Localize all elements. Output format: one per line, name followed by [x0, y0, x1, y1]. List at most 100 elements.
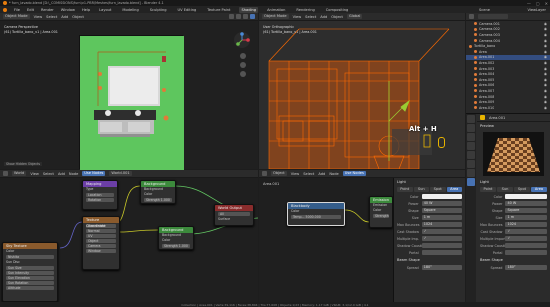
light-node-editor[interactable]: Object View Select Add Node Use Nodes Ar…	[259, 170, 465, 302]
beam-shape-panel[interactable]: Beam Shape	[477, 256, 550, 264]
ortho-menu-select[interactable]: Select	[305, 15, 316, 19]
node-light-property-field[interactable]	[421, 243, 462, 248]
visibility-eye-icon[interactable]: ◉	[544, 83, 547, 87]
outliner-search-input[interactable]	[478, 14, 508, 19]
light-property-field[interactable]: ✓	[505, 229, 547, 234]
camera-viewport[interactable]: Object Mode View Select Add Object Camer…	[0, 13, 258, 170]
view-layer-selector[interactable]: ViewLayer	[527, 8, 546, 12]
render-tab-icon[interactable]	[467, 124, 475, 132]
node-light-property-field[interactable]: ✓	[421, 236, 462, 241]
node-light-property-field[interactable]: 1 m	[421, 215, 462, 220]
transform-orientation-selector[interactable]: Global	[346, 14, 363, 19]
light-type-area[interactable]: Area	[531, 187, 547, 192]
visibility-eye-icon[interactable]: ◉	[544, 33, 547, 37]
world-output-node[interactable]: World Output All Surface	[214, 204, 254, 226]
texcoord-output[interactable]: UV	[86, 234, 116, 238]
output-tab-icon[interactable]	[467, 133, 475, 141]
node-light-type-point[interactable]: Point	[397, 187, 413, 192]
visibility-eye-icon[interactable]: ◉	[544, 61, 547, 65]
tab-shading[interactable]: Shading	[239, 6, 259, 13]
maximize-button[interactable]: ▢	[536, 1, 540, 6]
xray-icon[interactable]	[236, 14, 241, 19]
node-spread-field[interactable]: 180°	[421, 265, 462, 270]
tab-compositing[interactable]: Compositing	[324, 7, 351, 13]
menu-add[interactable]: Add	[61, 15, 68, 19]
scene-tab-icon[interactable]	[467, 142, 475, 150]
light-type-point[interactable]: Point	[480, 187, 496, 192]
menu-select[interactable]: Select	[46, 15, 57, 19]
menu-render[interactable]: Render	[41, 8, 54, 12]
visibility-eye-icon[interactable]: ◉	[544, 67, 547, 71]
axis-gizmo-icon[interactable]	[233, 31, 251, 49]
texture-coordinate-node[interactable]: Texture Coordinate Generated Normal UV O…	[82, 216, 120, 270]
filter-icon[interactable]	[469, 14, 474, 19]
ortho-viewport[interactable]: Object Mode View Select Add Object Globa…	[259, 13, 465, 169]
menu-object[interactable]: Object	[72, 15, 84, 19]
texcoord-output[interactable]: Normal	[86, 229, 116, 233]
node-light-type-sun[interactable]: Sun	[413, 187, 429, 192]
world-tab-icon[interactable]	[467, 151, 475, 159]
node-light-property-field[interactable]: 40 W	[421, 201, 462, 206]
node-light-property-field[interactable]: ✓	[421, 229, 462, 234]
mode-selector[interactable]: Object Mode	[3, 14, 30, 19]
world-output-target[interactable]: All	[218, 212, 250, 216]
camera-view-icon[interactable]	[240, 71, 246, 77]
tab-animation[interactable]: Animation	[265, 7, 287, 13]
background2-strength[interactable]: Strength 1.000	[162, 244, 190, 248]
visibility-eye-icon[interactable]: ◉	[544, 44, 547, 48]
background-node-2[interactable]: Background Background Color Strength 1.0…	[158, 226, 194, 250]
world-node-editor[interactable]: World View Select Add Node Use Nodes Wor…	[0, 170, 258, 302]
visibility-eye-icon[interactable]: ◉	[544, 89, 547, 93]
visibility-eye-icon[interactable]: ◉	[544, 95, 547, 99]
zoom-icon[interactable]	[240, 53, 246, 59]
sky-texture-node[interactable]: Sky Texture Color Nishita Sun Disc Sun S…	[2, 242, 58, 302]
light-property-field[interactable]	[505, 243, 547, 248]
background1-strength[interactable]: Strength 1.000	[144, 198, 172, 202]
visibility-eye-icon[interactable]: ◉	[544, 22, 547, 26]
menu-view[interactable]: View	[34, 15, 43, 19]
sky-type-field[interactable]: Nishita	[6, 255, 54, 259]
visibility-eye-icon[interactable]: ◉	[544, 27, 547, 31]
navigation-gizmo[interactable]	[233, 31, 251, 49]
minimize-button[interactable]: —	[527, 1, 531, 6]
light-data-tab-icon[interactable]	[467, 178, 475, 186]
light-type-sun[interactable]: Sun	[497, 187, 513, 192]
light-property-field[interactable]	[505, 194, 547, 199]
visibility-eye-icon[interactable]: ◉	[544, 100, 547, 104]
rendered-shading-icon[interactable]	[250, 14, 255, 19]
visibility-eye-icon[interactable]: ◉	[544, 106, 547, 110]
light-property-field[interactable]: ✓	[505, 236, 547, 241]
blackbody-node[interactable]: Blackbody Color Temp... 5000.000	[287, 202, 345, 226]
sun-disc-checkbox[interactable]: Sun Disc	[3, 260, 57, 265]
node-light-type-area[interactable]: Area	[446, 187, 462, 192]
mapping-field[interactable]: Location	[86, 193, 114, 197]
menu-help[interactable]: Help	[82, 8, 90, 12]
altitude-field[interactable]: Altitude	[6, 286, 54, 290]
background1-color[interactable]: Color	[141, 192, 175, 197]
spread-field[interactable]: 180°	[505, 265, 547, 270]
ortho-menu-add[interactable]: Add	[320, 15, 327, 19]
ortho-menu-object[interactable]: Object	[331, 15, 343, 19]
ortho-mode-selector[interactable]: Object Mode	[262, 14, 289, 19]
blender-menu-icon[interactable]	[3, 7, 7, 12]
node-light-property-field[interactable]	[421, 194, 462, 199]
light-property-field[interactable]: 1024	[505, 222, 547, 227]
sun-rotation-field[interactable]: Sun Rotation	[6, 281, 54, 285]
texcoord-output[interactable]: Generated	[86, 224, 116, 228]
background2-color[interactable]: Color	[159, 238, 193, 243]
light-type-spot[interactable]: Spot	[514, 187, 530, 192]
ortho-menu-view[interactable]: View	[293, 15, 302, 19]
emission-color[interactable]: Color	[370, 208, 392, 213]
light-property-field[interactable]: 40 W	[505, 201, 547, 206]
tool-tab-icon[interactable]	[467, 115, 475, 123]
solid-shading-icon[interactable]	[243, 14, 248, 19]
modifier-tab-icon[interactable]	[467, 169, 475, 177]
node-light-type-spot[interactable]: Spot	[430, 187, 446, 192]
emission-strength[interactable]: Strength	[373, 214, 389, 218]
object-tab-icon[interactable]	[467, 160, 475, 168]
texcoord-output[interactable]: Camera	[86, 244, 116, 248]
mapping-field[interactable]: Rotation	[86, 198, 114, 202]
node-beam-shape[interactable]: Beam Shape	[394, 256, 465, 264]
tab-texture-paint[interactable]: Texture Paint	[205, 7, 232, 13]
mapping-node[interactable]: Mapping Type Location Rotation	[82, 180, 118, 210]
